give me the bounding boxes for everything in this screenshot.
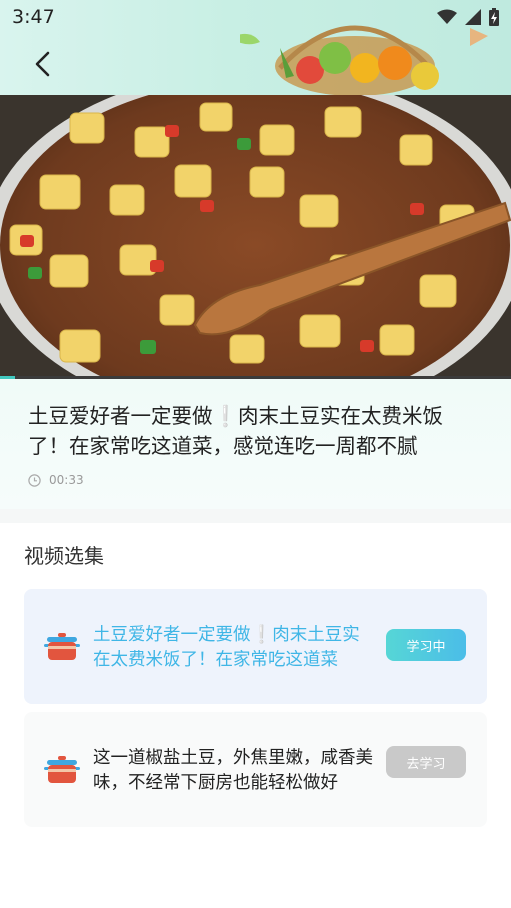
duration-row: 00:33 bbox=[28, 473, 84, 487]
video-frame bbox=[0, 95, 511, 378]
episode-item-active[interactable]: 土豆爱好者一定要做❕肉末土豆实在太费米饭了！在家常吃这道菜 学习中 bbox=[24, 589, 487, 704]
status-bar: 3:47 bbox=[0, 0, 511, 34]
back-button[interactable] bbox=[22, 44, 62, 84]
video-player[interactable] bbox=[0, 95, 511, 378]
go-study-button[interactable]: 去学习 bbox=[386, 746, 466, 778]
section-divider bbox=[0, 509, 511, 523]
battery-charging-icon bbox=[489, 8, 499, 26]
chevron-left-icon bbox=[35, 51, 50, 77]
episode-title: 土豆爱好者一定要做❕肉末土豆实在太费米饭了！在家常吃这道菜 bbox=[93, 625, 360, 670]
video-duration: 00:33 bbox=[49, 473, 84, 487]
cooking-pot-icon bbox=[44, 756, 80, 783]
header-banner: 3:47 bbox=[0, 0, 511, 95]
cooking-pot-icon bbox=[44, 633, 80, 660]
video-info-card: 土豆爱好者一定要做❕肉末土豆实在太费米饭了！在家常吃这道菜，感觉连吃一周都不腻 … bbox=[0, 379, 511, 509]
clock: 3:47 bbox=[12, 6, 55, 28]
video-title: 土豆爱好者一定要做❕肉末土豆实在太费米饭了！在家常吃这道菜，感觉连吃一周都不腻 bbox=[28, 404, 444, 458]
studying-button[interactable]: 学习中 bbox=[386, 629, 466, 661]
episode-title: 这一道椒盐土豆，外焦里嫩，咸香美味，不经常下厨房也能轻松做好 bbox=[93, 748, 373, 793]
clock-icon bbox=[28, 473, 41, 487]
status-icons bbox=[437, 8, 499, 26]
wifi-icon bbox=[437, 9, 457, 24]
episode-item[interactable]: 这一道椒盐土豆，外焦里嫩，咸香美味，不经常下厨房也能轻松做好 去学习 bbox=[24, 712, 487, 827]
signal-icon bbox=[465, 9, 481, 25]
playlist-heading: 视频选集 bbox=[24, 544, 104, 568]
